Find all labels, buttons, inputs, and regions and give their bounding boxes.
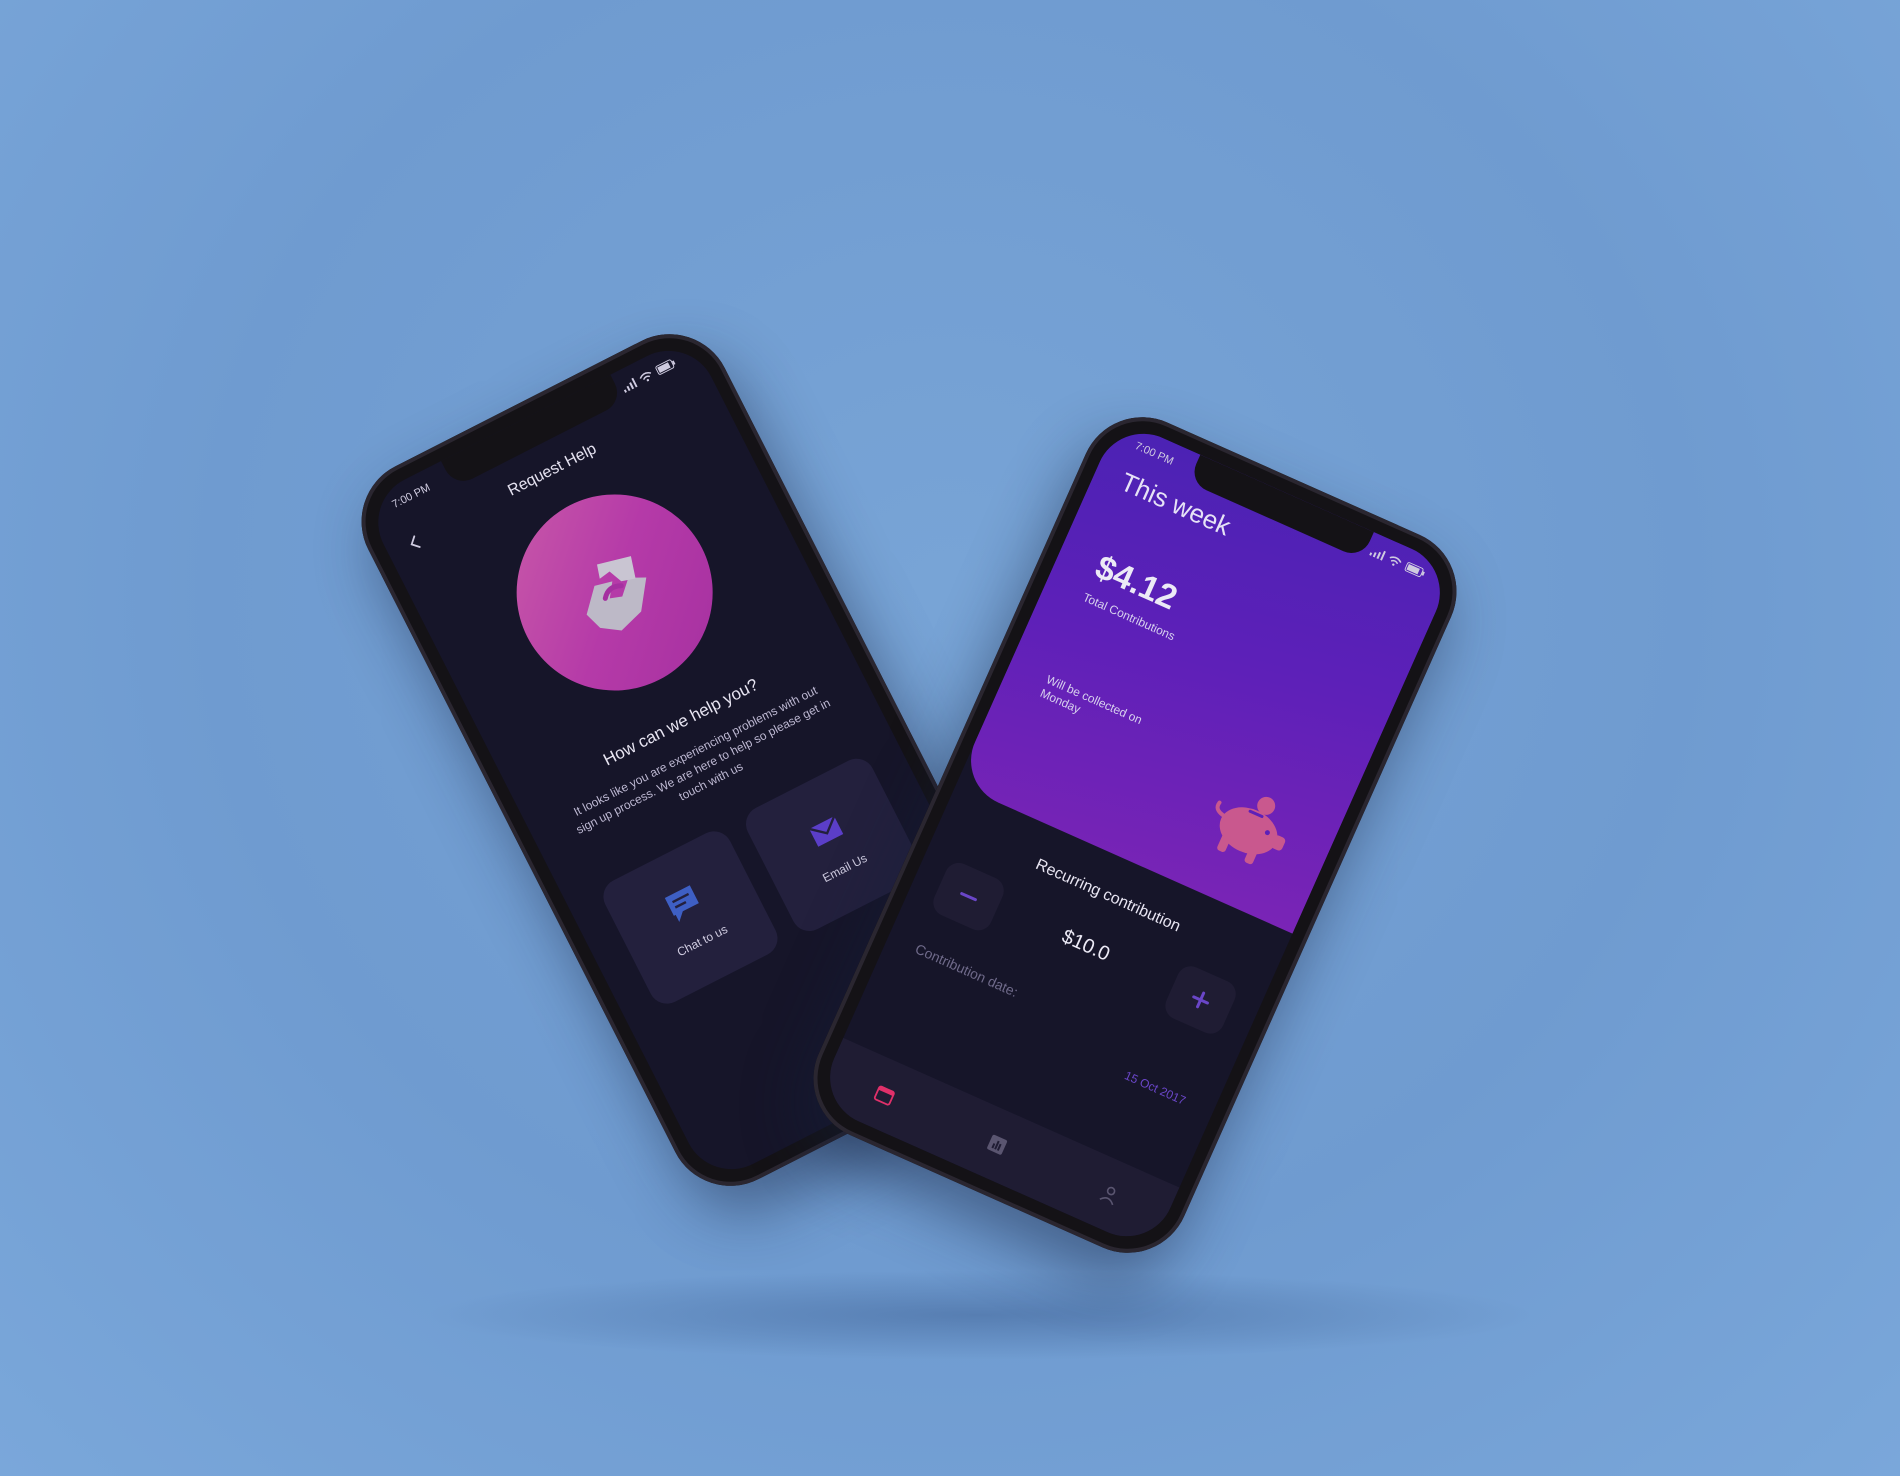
- chat-icon: [664, 885, 699, 923]
- status-time: 7:00 PM: [390, 481, 433, 511]
- bottom-tab-bar: [814, 1037, 1180, 1252]
- handshake-icon: [586, 556, 647, 631]
- signal-icon: [1369, 550, 1386, 561]
- plus-icon: [1192, 991, 1209, 1009]
- mail-icon: [808, 815, 844, 847]
- battery-icon: [655, 359, 676, 375]
- piggy-bank-icon: [1215, 796, 1286, 865]
- contribution-date-label: Contribution date:: [912, 940, 1021, 1001]
- chat-to-us-label: Chat to us: [674, 922, 730, 960]
- collection-note: Will be collected on Monday: [1038, 672, 1145, 728]
- tab-calendar[interactable]: [859, 1068, 912, 1121]
- calendar-icon: [874, 1085, 896, 1106]
- wifi-icon: [1389, 556, 1402, 566]
- battery-icon: [1404, 562, 1425, 577]
- wifi-icon: [639, 372, 652, 382]
- signal-icon: [623, 377, 638, 393]
- floor-shadow: [420, 1270, 1540, 1360]
- chat-to-us-button[interactable]: Chat to us: [597, 825, 784, 1010]
- email-us-label: Email Us: [820, 850, 870, 886]
- chart-icon: [987, 1134, 1008, 1155]
- contribution-date-value[interactable]: 15 Oct 2017: [1122, 1068, 1187, 1107]
- profile-icon: [1099, 1186, 1116, 1205]
- tab-statistics[interactable]: [971, 1118, 1024, 1171]
- tab-profile[interactable]: [1083, 1168, 1136, 1221]
